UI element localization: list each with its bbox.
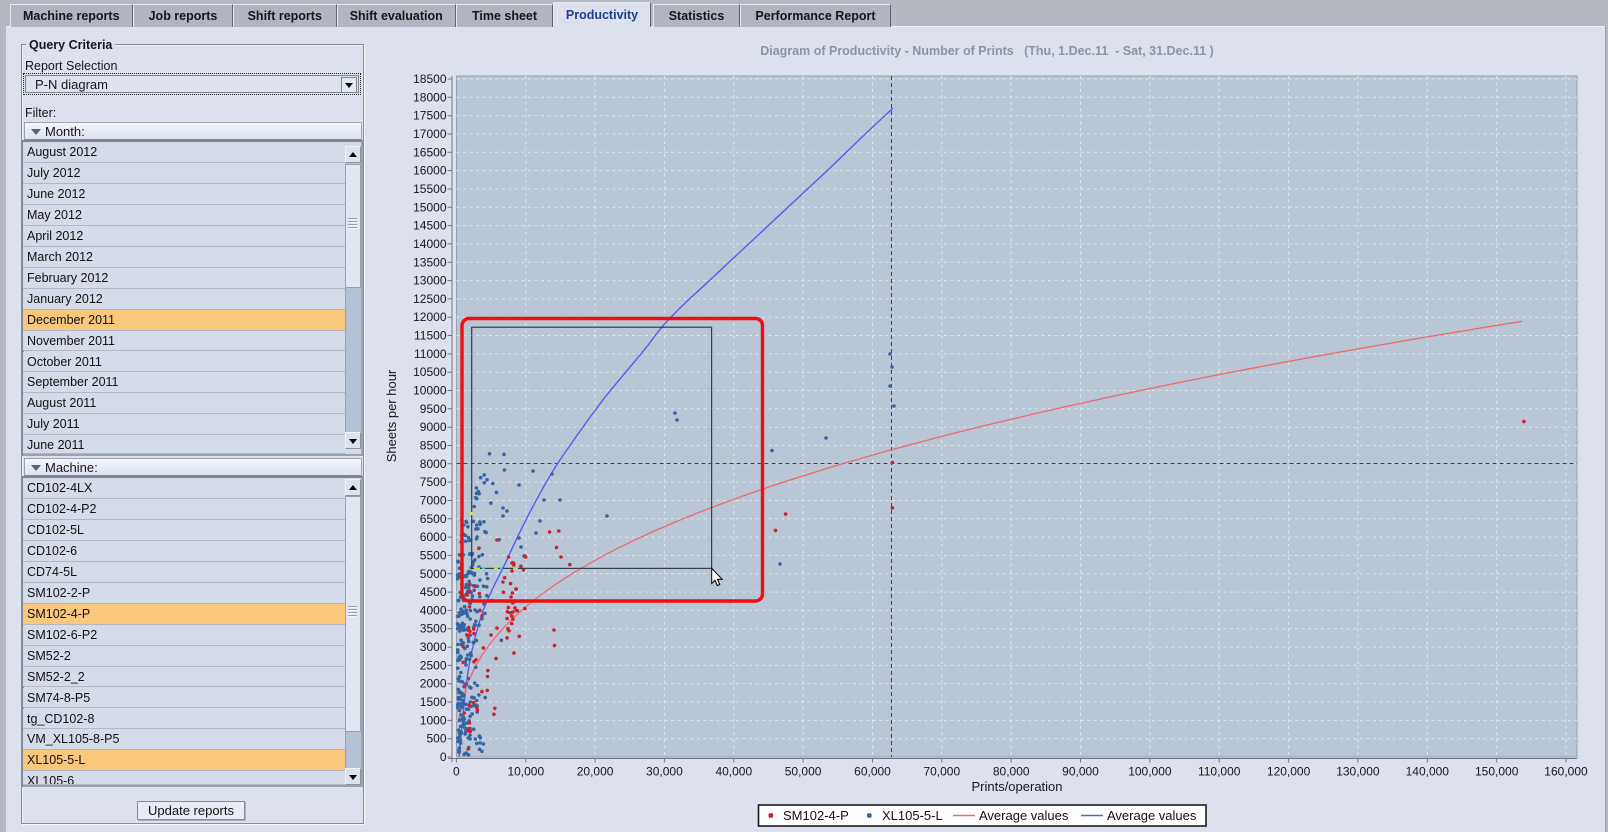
svg-text:100,000: 100,000: [1128, 765, 1172, 779]
svg-text:50,000: 50,000: [785, 765, 822, 779]
svg-text:1000: 1000: [420, 713, 447, 727]
svg-text:500: 500: [426, 732, 446, 746]
svg-text:XL105-5-L: XL105-5-L: [882, 808, 943, 823]
svg-text:40,000: 40,000: [715, 765, 752, 779]
svg-text:Prints/operation: Prints/operation: [971, 779, 1062, 794]
svg-text:14000: 14000: [413, 237, 447, 251]
svg-text:13500: 13500: [413, 255, 447, 269]
svg-text:SM102-4-P: SM102-4-P: [783, 808, 849, 823]
svg-text:8000: 8000: [420, 457, 447, 471]
svg-text:2500: 2500: [420, 658, 447, 672]
svg-text:18000: 18000: [413, 90, 447, 104]
svg-text:10000: 10000: [413, 384, 447, 398]
svg-text:20,000: 20,000: [577, 765, 614, 779]
svg-text:9500: 9500: [420, 402, 447, 416]
svg-text:17000: 17000: [413, 127, 447, 141]
svg-text:2000: 2000: [420, 677, 447, 691]
svg-text:12000: 12000: [413, 310, 447, 324]
svg-text:11500: 11500: [414, 329, 447, 343]
svg-text:70,000: 70,000: [923, 765, 960, 779]
svg-text:80,000: 80,000: [993, 765, 1030, 779]
svg-text:10500: 10500: [413, 365, 447, 379]
svg-text:16000: 16000: [413, 164, 447, 178]
svg-text:160,000: 160,000: [1544, 765, 1588, 779]
svg-text:150,000: 150,000: [1475, 765, 1519, 779]
svg-text:Average values: Average values: [1107, 808, 1197, 823]
svg-text:0: 0: [453, 765, 460, 779]
svg-text:90,000: 90,000: [1062, 765, 1099, 779]
svg-text:6000: 6000: [420, 530, 447, 544]
svg-text:1500: 1500: [420, 695, 447, 709]
svg-text:3500: 3500: [420, 622, 447, 636]
svg-text:8500: 8500: [420, 439, 447, 453]
svg-text:4000: 4000: [420, 603, 447, 617]
svg-text:140,000: 140,000: [1406, 765, 1450, 779]
svg-text:15000: 15000: [413, 200, 447, 214]
svg-text:16500: 16500: [413, 145, 447, 159]
svg-text:11000: 11000: [414, 347, 447, 361]
svg-text:60,000: 60,000: [854, 765, 891, 779]
svg-text:15500: 15500: [413, 182, 447, 196]
svg-text:120,000: 120,000: [1267, 765, 1311, 779]
svg-text:9000: 9000: [420, 420, 447, 434]
svg-text:4500: 4500: [420, 585, 447, 599]
svg-text:3000: 3000: [420, 640, 447, 654]
svg-text:14500: 14500: [413, 219, 447, 233]
svg-text:Sheets per hour: Sheets per hour: [384, 369, 399, 462]
svg-text:18500: 18500: [413, 72, 447, 86]
svg-text:5500: 5500: [420, 548, 447, 562]
svg-text:110,000: 110,000: [1198, 765, 1241, 779]
svg-text:30,000: 30,000: [646, 765, 683, 779]
svg-text:13000: 13000: [413, 274, 447, 288]
svg-text:5000: 5000: [420, 567, 447, 581]
svg-text:12500: 12500: [413, 292, 447, 306]
svg-text:Diagram of Productivity - Numb: Diagram of Productivity - Number of Prin…: [760, 44, 1214, 58]
svg-text:6500: 6500: [420, 512, 447, 526]
svg-text:0: 0: [440, 750, 447, 764]
svg-text:7000: 7000: [420, 494, 447, 508]
svg-text:10,000: 10,000: [507, 765, 544, 779]
svg-text:7500: 7500: [420, 475, 447, 489]
svg-text:17500: 17500: [413, 109, 447, 123]
svg-text:Average values: Average values: [979, 808, 1069, 823]
svg-text:130,000: 130,000: [1336, 765, 1380, 779]
